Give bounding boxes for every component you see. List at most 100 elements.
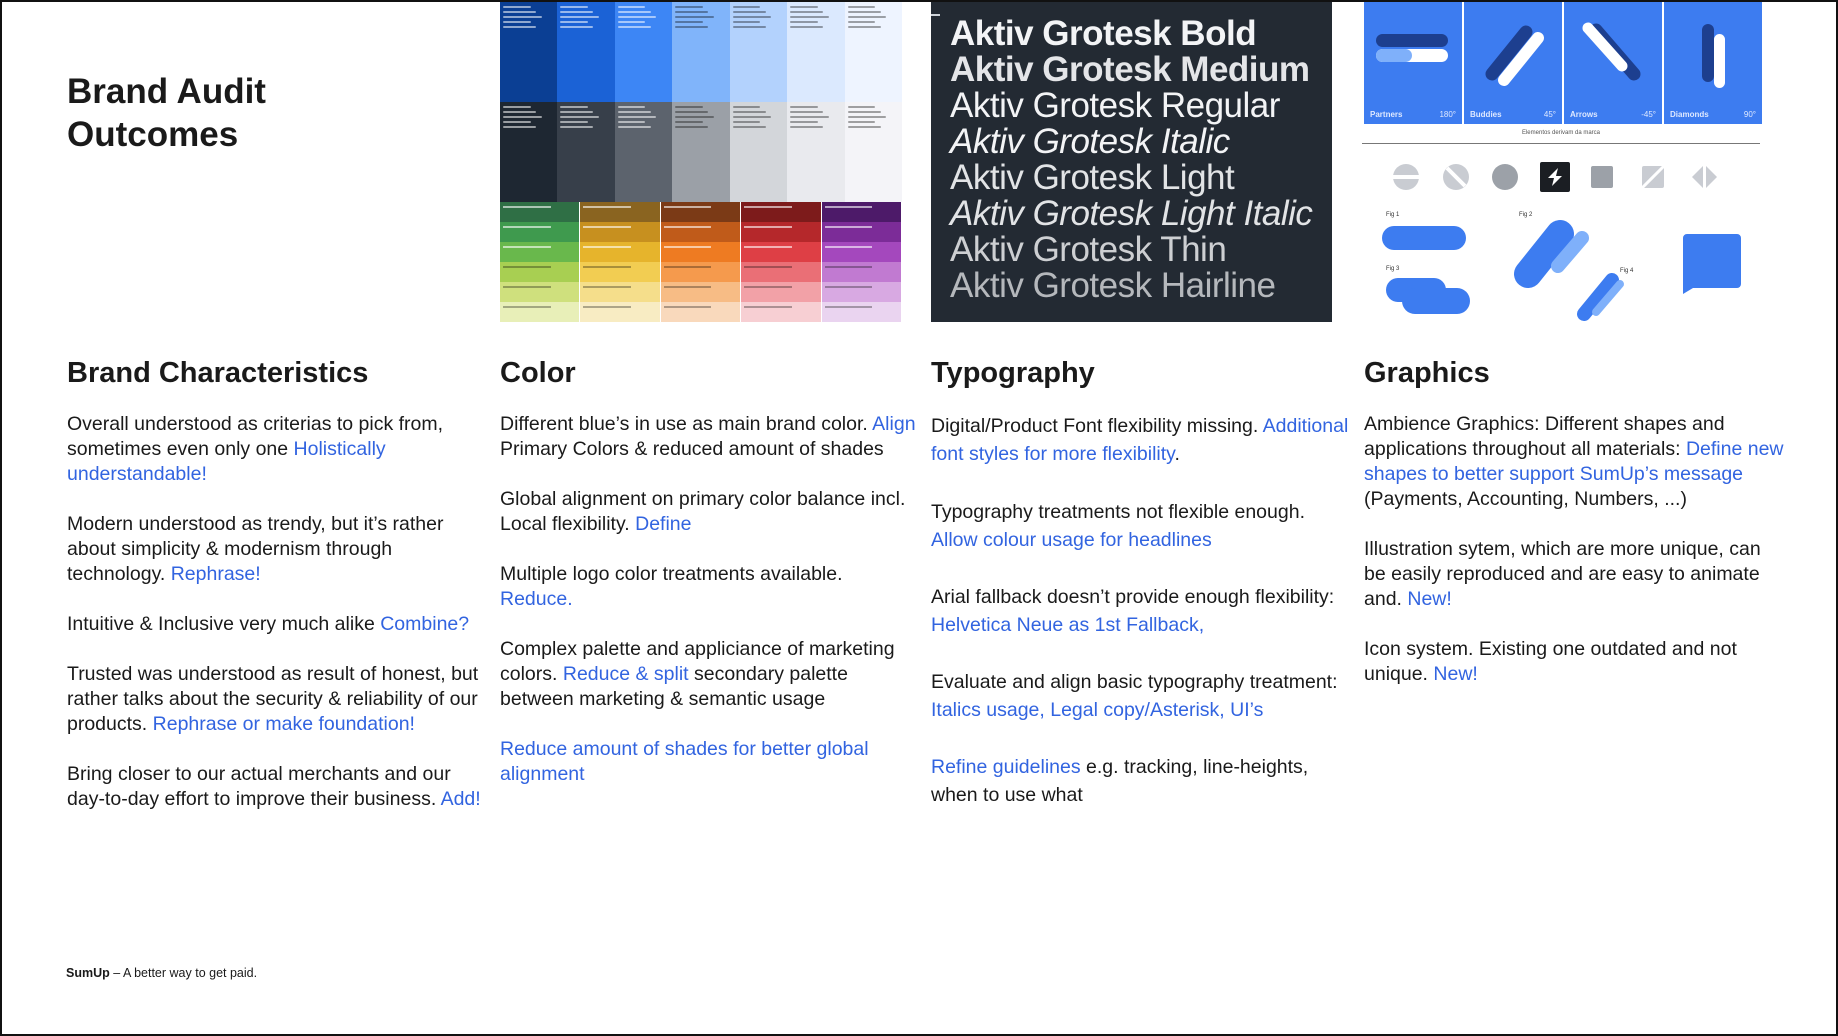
color-swatch <box>660 222 741 242</box>
secondary-color-column <box>741 202 822 322</box>
color-swatch <box>614 102 673 202</box>
color-swatch <box>844 2 902 102</box>
font-sample-medium: Aktiv Grotesk Medium <box>950 50 1310 89</box>
color-swatch <box>580 202 660 222</box>
diamonds-shape-icon <box>1702 24 1725 88</box>
graphics-shapes-canvas: Fig 1 Fig 2 Fig 3 Fig 4 <box>1382 162 1741 321</box>
color-swatch <box>821 302 902 322</box>
tile-label: Arrows <box>1570 110 1598 119</box>
action-recommendation: Rephrase or make foundation! <box>152 713 415 735</box>
secondary-color-column <box>821 202 902 322</box>
action-recommendation: New! <box>1407 588 1452 610</box>
tile-angle: -45° <box>1641 110 1656 119</box>
column-heading: Graphics <box>1364 357 1490 389</box>
action-recommendation: Reduce. <box>500 588 573 610</box>
color-swatch <box>660 242 741 262</box>
color-swatch <box>500 202 580 222</box>
neutral-gray-shades <box>500 102 902 202</box>
column-graphics: Graphics Ambience Graphics: Different sh… <box>1364 355 1784 712</box>
tile-angle: 90° <box>1743 110 1756 119</box>
action-recommendation: Reduce amount of shades for better globa… <box>500 738 869 785</box>
finding-text-after: . <box>1174 443 1180 465</box>
finding-text-after: (Payments, Accounting, Numbers, ...) <box>1364 488 1687 510</box>
finding-item: Digital/Product Font flexibility missing… <box>931 412 1351 468</box>
footer-tagline: – A better way to get paid. <box>109 966 258 980</box>
finding-text: Arial fallback doesn’t provide enough fl… <box>931 586 1335 608</box>
finding-text: Ambience Graphics: Different shapes and … <box>1364 413 1725 460</box>
color-swatch <box>741 242 821 262</box>
color-swatch <box>672 102 730 202</box>
shape-tiles: Partners 180° Buddies 45° Arrows -45° Di… <box>1364 2 1762 124</box>
finding-item: Typography treatments not flexible enoug… <box>931 498 1351 554</box>
tile-angle: 180° <box>1439 110 1456 119</box>
action-recommendation: Rephrase! <box>170 563 261 585</box>
color-swatch <box>821 262 902 282</box>
column-heading: Brand Characteristics <box>67 357 369 389</box>
color-swatch <box>741 222 821 242</box>
tile-label: Diamonds <box>1670 110 1709 119</box>
finding-item: Complex palette and appliciance of marke… <box>500 637 920 712</box>
finding-text: Global alignment on primary color balanc… <box>500 488 906 535</box>
rule-caption: Elementos derivam da marca <box>1521 130 1601 136</box>
finding-item: Different blue’s in use as main brand co… <box>500 412 920 462</box>
tile-label: Buddies <box>1470 110 1502 119</box>
color-swatch <box>787 2 845 102</box>
column-brand-characteristics: Brand Characteristics Overall understood… <box>67 355 487 837</box>
action-recommendation: Align <box>872 413 916 435</box>
action-recommendation: New! <box>1433 663 1478 685</box>
action-recommendation: Reduce & split <box>562 663 689 685</box>
fig-4-label: Fig 4 <box>1620 268 1634 274</box>
color-swatch <box>580 242 660 262</box>
finding-item: Modern understood as trendy, but it’s ra… <box>67 512 487 587</box>
color-swatch <box>500 102 558 202</box>
graphics-system-image: Partners 180° Buddies 45° Arrows -45° Di… <box>1362 2 1768 322</box>
finding-text: Multiple logo color treatments available… <box>500 563 843 585</box>
color-swatch <box>660 302 741 322</box>
color-swatch <box>729 102 788 202</box>
column-typography: Typography Digital/Product Font flexibil… <box>931 355 1351 838</box>
font-sample-italic: Aktiv Grotesk Italic <box>950 122 1230 161</box>
tile-buddies: Buddies 45° <box>1464 2 1562 124</box>
color-swatch <box>741 302 821 322</box>
tile-arrows: Arrows -45° <box>1564 2 1662 124</box>
finding-text: Different blue’s in use as main brand co… <box>500 413 873 435</box>
color-palette-image <box>500 2 902 322</box>
fig-1-label: Fig 1 <box>1386 212 1400 218</box>
finding-text: Icon system. Existing one outdated and n… <box>1364 638 1737 685</box>
icon-row <box>1393 162 1717 192</box>
action-recommendation: Add! <box>440 788 481 810</box>
color-swatch <box>557 102 615 202</box>
fig-3-label: Fig 3 <box>1386 266 1400 272</box>
color-swatch <box>500 242 580 262</box>
tile-angle: 45° <box>1543 110 1556 119</box>
buddies-shape-icon <box>1485 25 1544 86</box>
finding-text: Intuitive & Inclusive very much alike <box>67 613 381 635</box>
color-swatch <box>672 2 730 102</box>
color-swatch <box>741 202 821 222</box>
tile-label: Partners <box>1370 110 1403 119</box>
color-swatch <box>821 242 902 262</box>
finding-text: Digital/Product Font flexibility missing… <box>931 415 1263 437</box>
finding-item: Multiple logo color treatments available… <box>500 562 920 612</box>
finding-item: Refine guidelines e.g. tracking, line-he… <box>931 753 1351 809</box>
partners-shape-icon <box>1376 34 1448 62</box>
action-recommendation: Refine guidelines <box>931 756 1081 778</box>
secondary-color-column <box>580 202 661 322</box>
finding-item: Intuitive & Inclusive very much alike Co… <box>67 612 487 637</box>
color-swatch <box>580 282 660 302</box>
font-sample-light: Aktiv Grotesk Light <box>950 158 1235 197</box>
font-sample-thin: Aktiv Grotesk Thin <box>950 230 1227 269</box>
color-swatch <box>741 262 821 282</box>
color-swatch <box>821 282 902 302</box>
action-recommendation: Italics usage, Legal copy/Asterisk, UI’s <box>931 699 1264 721</box>
column-color: Color Different blue’s in use as main br… <box>500 355 920 812</box>
finding-item: Overall understood as criterias to pick … <box>67 412 487 487</box>
color-swatch <box>741 282 821 302</box>
font-sample-hairline: Aktiv Grotesk Hairline <box>950 266 1276 305</box>
finding-item: Reduce amount of shades for better globa… <box>500 737 920 787</box>
color-swatch <box>557 2 615 102</box>
secondary-color-column <box>500 202 581 322</box>
finding-item: Illustration sytem, which are more uniqu… <box>1364 537 1784 612</box>
action-recommendation: Combine? <box>380 613 470 635</box>
divider-mark <box>931 14 940 16</box>
